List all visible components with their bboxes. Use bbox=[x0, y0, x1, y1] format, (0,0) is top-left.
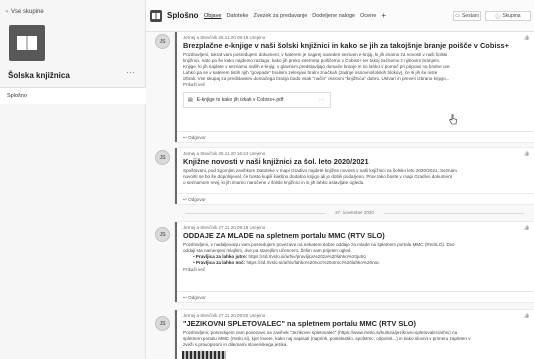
posts-feed[interactable]: JS Jernej a Stevčnik 25.11.20 09:19 Urej… bbox=[146, 32, 534, 359]
team-name: Šolska knjižnica bbox=[8, 71, 70, 80]
back-to-teams-link[interactable]: ‹ Vse skupine bbox=[6, 9, 44, 15]
show-more-link[interactable]: Prikaži več bbox=[183, 82, 529, 88]
file-icon: ▤ bbox=[188, 96, 193, 103]
post-body-line: o seznamom revij, ki jih imamo naročene … bbox=[183, 179, 365, 185]
avatar[interactable]: JS bbox=[155, 34, 170, 49]
link[interactable]: https://4d.rtvslo.si/arhiv/pravljica%20z… bbox=[249, 254, 366, 259]
channel-header: Splošno Objave Datoteke Zvezek za predav… bbox=[146, 0, 534, 32]
avatar[interactable]: JS bbox=[155, 150, 170, 165]
reply-button[interactable]: ↩ Odgovor bbox=[177, 291, 534, 302]
post-body: Spoštovani, pod zgornjim zavihkom Datote… bbox=[183, 168, 529, 186]
video-icon: ▭ bbox=[455, 13, 461, 19]
post-meta: Jernej a Stevčnik 27.11.20 09:18 Urejeno bbox=[183, 225, 266, 230]
avatar[interactable]: JS bbox=[155, 316, 170, 331]
list-item-label: Pravljica za lahko noč: bbox=[195, 260, 246, 266]
channel-title: Splošno bbox=[167, 11, 199, 20]
post-meta: Jernej a Stevčnik 25.11.20 09:19 Urejeno bbox=[183, 35, 266, 40]
chevron-left-icon: ‹ bbox=[6, 9, 8, 15]
post-body: Pozdravljeni, posredujem vam povezavo na… bbox=[183, 330, 529, 348]
like-icon[interactable]: 👍 bbox=[524, 35, 530, 41]
channel-item-general[interactable]: Splošno bbox=[0, 88, 146, 104]
reply-button[interactable]: ↩ Odgovor bbox=[177, 193, 534, 204]
avatar[interactable]: JS bbox=[155, 227, 170, 242]
post-title: ODDAJE ZA MLADE na spletnem portalu MMC … bbox=[183, 232, 385, 240]
post-card: Jernej a Stevčnik 27.11.20 09:18 Urejeno… bbox=[175, 222, 534, 302]
post-body: Pozdravljeni, tokrat vam posredujem doku… bbox=[183, 52, 529, 82]
list-item-label: Pravljica za lahko jutro: bbox=[195, 253, 248, 259]
like-icon[interactable]: 👍 bbox=[524, 313, 530, 319]
post-meta: Jernej a Stevčnik 25.11.20 16:24 Urejeno bbox=[183, 151, 266, 156]
channel-icon bbox=[150, 10, 162, 22]
link[interactable]: https://4d.rtvslo.si/arhiv/lahko%20noc%2… bbox=[246, 260, 379, 265]
add-tab-button[interactable]: + bbox=[381, 12, 386, 20]
post-title: Knjižne novosti v naši knjižnici za šol.… bbox=[183, 158, 369, 166]
post-card: Jernej a Stevčnik 25.11.20 09:19 Urejeno… bbox=[175, 32, 534, 142]
book-icon bbox=[152, 13, 160, 19]
date-divider: 27. november 2020 bbox=[175, 210, 534, 216]
tab-posts[interactable]: Objave bbox=[204, 13, 221, 19]
tab-assignments[interactable]: Dodeljene naloge bbox=[312, 13, 355, 19]
attachment-name: E-knjige to kako jih iskati v Cobiss+.pd… bbox=[196, 96, 284, 103]
attachment-more-options[interactable]: ··· bbox=[319, 97, 324, 103]
post-meta: Jernej a Stevčnik 27.11.20 09:50 Urejeno bbox=[183, 313, 266, 318]
tab-class-notebook[interactable]: Zvezek za predavanje bbox=[253, 13, 307, 19]
post-title: Brezplačne e-knjige v naši šolski knjižn… bbox=[183, 42, 509, 50]
show-more-link[interactable]: Prikaži več bbox=[183, 267, 529, 273]
like-icon[interactable]: 👍 bbox=[524, 151, 530, 157]
tab-grades[interactable]: Ocene bbox=[360, 13, 376, 19]
post-title: "JEZIKOVNI SPLETOVALEC" na spletnem port… bbox=[183, 320, 416, 328]
info-icon: ⓘ bbox=[495, 13, 501, 20]
post-card: Jernej a Stevčnik 25.11.20 16:24 Urejeno… bbox=[175, 148, 534, 204]
tab-files[interactable]: Datoteke bbox=[226, 13, 248, 19]
team-avatar[interactable] bbox=[9, 25, 45, 61]
back-label: Vse skupine bbox=[11, 9, 44, 15]
post-body: Pozdravljeni, v nadaljevanju vam posredu… bbox=[183, 242, 529, 254]
meet-button[interactable]: ▭ Sestani bbox=[453, 11, 481, 21]
team-info-button[interactable]: ⓘ Skupina bbox=[485, 11, 531, 21]
book-icon bbox=[17, 36, 37, 50]
hand-pointer-icon bbox=[449, 114, 457, 125]
post-body-line: zveži s pravopisom in dilemami slovenske… bbox=[183, 341, 288, 347]
attachment-card[interactable]: ▤ E-knjige to kako jih iskati v Cobiss+.… bbox=[183, 91, 331, 108]
meet-label: Sestani bbox=[462, 13, 479, 19]
image-thumbnail[interactable] bbox=[182, 351, 226, 359]
link-list: • Pravljica za lahko jutro: https://4d.r… bbox=[183, 254, 529, 267]
team-more-options[interactable]: ··· bbox=[126, 68, 136, 77]
team-button-label: Skupina bbox=[502, 13, 521, 19]
tab-bar: Objave Datoteke Zvezek za predavanje Dod… bbox=[204, 12, 386, 20]
reply-button[interactable]: ↩ Odgovor bbox=[177, 131, 534, 142]
like-icon[interactable]: 👍 bbox=[524, 225, 530, 231]
post-card: Jernej a Stevčnik 27.11.20 09:50 Urejeno… bbox=[175, 310, 534, 359]
left-rail: ‹ Vse skupine Šolska knjižnica ··· Sploš… bbox=[0, 0, 146, 359]
